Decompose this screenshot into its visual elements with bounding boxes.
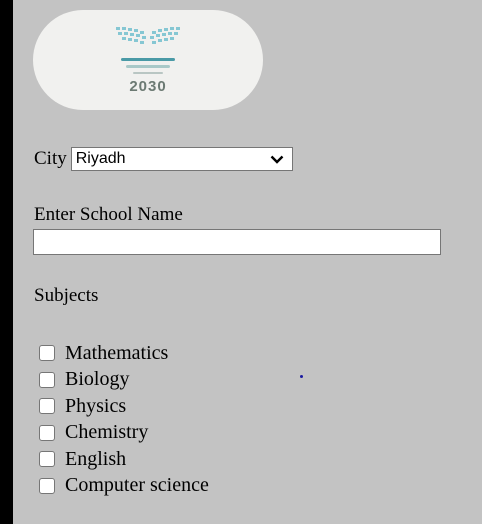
school-name-label: Enter School Name [34, 204, 183, 225]
subject-label: Computer science [65, 474, 209, 497]
subject-item-biology: Biology [39, 367, 209, 394]
mathematics-checkbox[interactable] [39, 345, 55, 362]
logo-vision-text [133, 72, 163, 74]
logo-subtitle [126, 65, 170, 68]
subject-item-computer-science: Computer science [39, 473, 209, 500]
chemistry-checkbox[interactable] [39, 424, 55, 441]
city-row: City Riyadh [34, 147, 293, 171]
form-panel: 2030 City Riyadh Enter School Name Subje… [13, 0, 482, 524]
subject-label: Chemistry [65, 421, 149, 444]
english-checkbox[interactable] [39, 451, 55, 468]
subject-item-physics: Physics [39, 393, 209, 420]
computer-science-checkbox[interactable] [39, 477, 55, 494]
physics-checkbox[interactable] [39, 398, 55, 415]
subject-item-chemistry: Chemistry [39, 420, 209, 447]
open-book-icon [116, 27, 180, 44]
school-name-input[interactable] [33, 229, 441, 255]
subject-item-english: English [39, 446, 209, 473]
logo-arabic-title [121, 58, 175, 61]
city-select[interactable]: Riyadh [70, 147, 293, 171]
subject-label: Biology [65, 368, 130, 391]
subjects-list: Mathematics Biology Physics Chemistry En… [39, 340, 209, 499]
city-label: City [34, 148, 67, 169]
subjects-label: Subjects [34, 285, 99, 306]
city-selected-value: Riyadh [75, 150, 126, 167]
chevron-down-icon [270, 155, 284, 164]
subject-label: English [65, 447, 127, 470]
stray-dot [300, 375, 303, 378]
vision-2030-text: 2030 [129, 78, 167, 95]
subject-label: Physics [65, 394, 127, 417]
subject-item-mathematics: Mathematics [39, 340, 209, 367]
subject-label: Mathematics [65, 341, 169, 364]
ministry-logo: 2030 [33, 10, 263, 110]
biology-checkbox[interactable] [39, 371, 55, 388]
